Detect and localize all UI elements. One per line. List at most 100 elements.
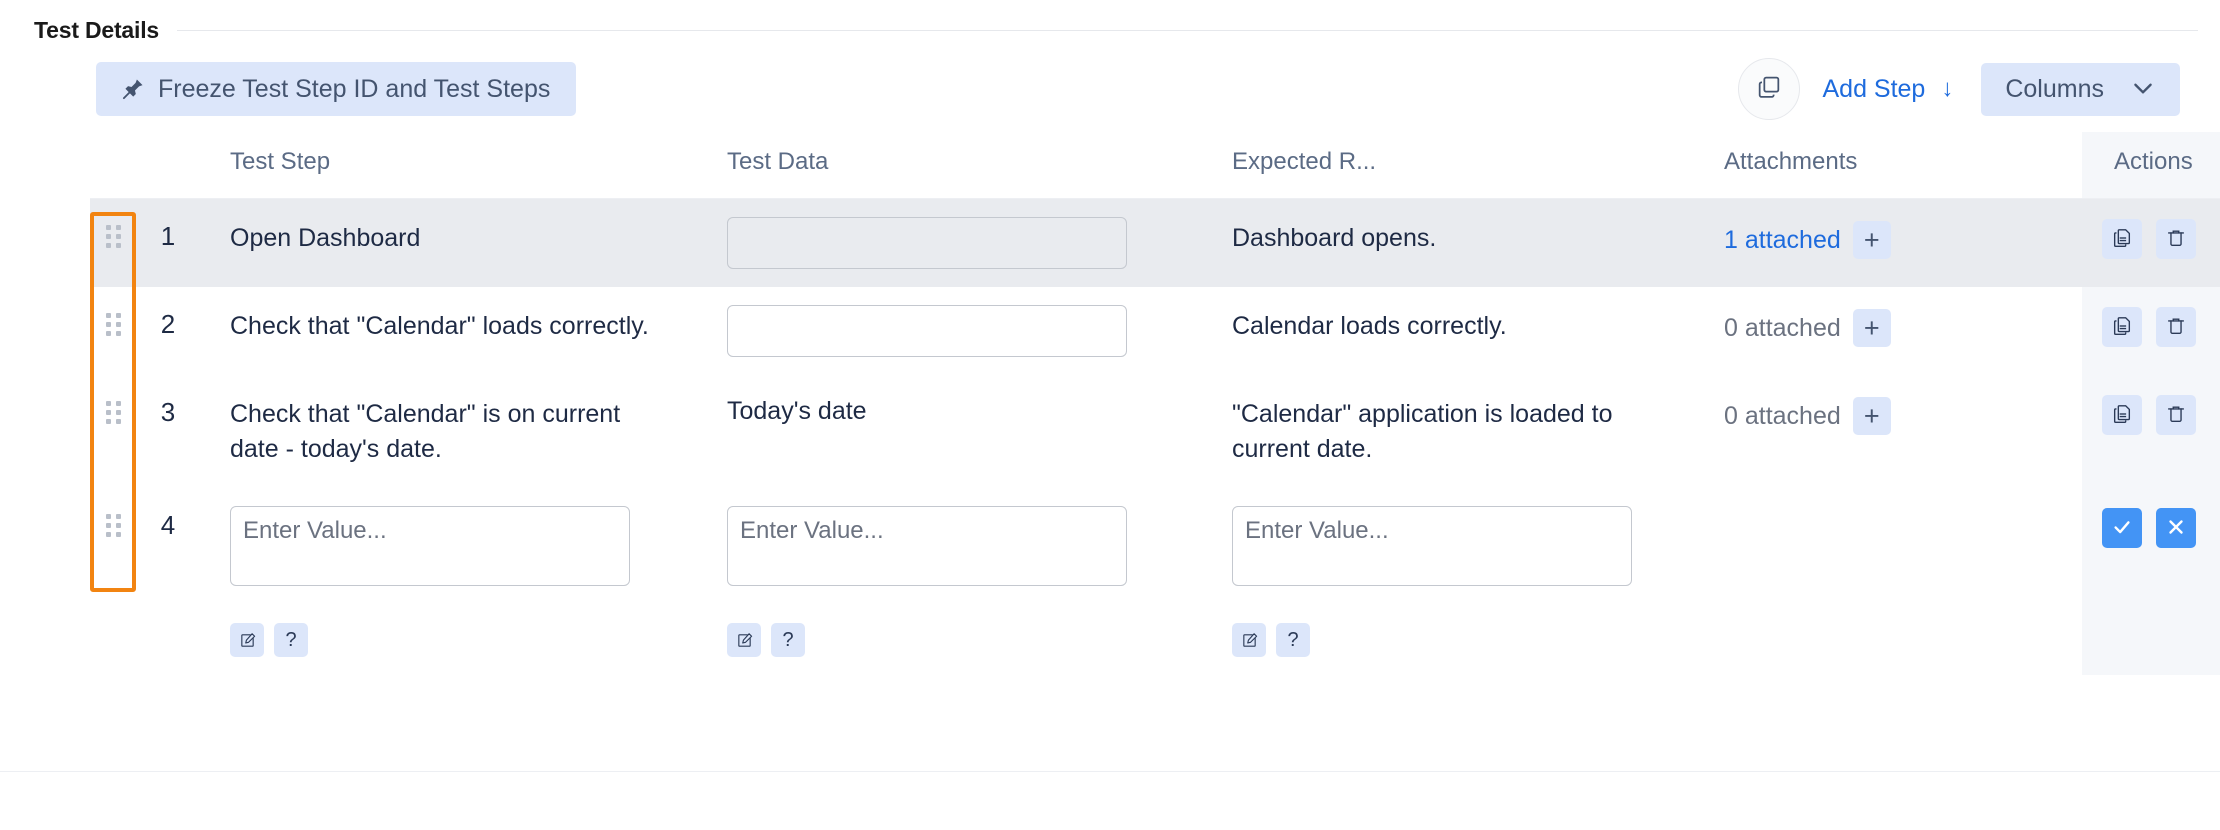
actions-cell — [2082, 287, 2220, 375]
header-divider — [177, 30, 2198, 31]
column-header-handle — [90, 132, 138, 199]
new-test-step-input[interactable] — [230, 506, 630, 586]
test-step-text[interactable]: Check that "Calendar" is on current date… — [198, 375, 695, 488]
freeze-columns-button[interactable]: Freeze Test Step ID and Test Steps — [96, 62, 576, 116]
copy-icon — [2111, 227, 2133, 252]
add-attachment-button[interactable]: + — [1853, 309, 1891, 347]
new-test-data-input[interactable] — [727, 506, 1127, 586]
test-steps-table-wrapper: Test Step Test Data Expected R... Attach… — [0, 132, 2220, 772]
new-test-step-tools: ? — [230, 623, 663, 657]
duplicate-step-button[interactable] — [2102, 395, 2142, 435]
confirm-step-button[interactable] — [2102, 508, 2142, 548]
step-id: 1 — [138, 199, 198, 288]
pin-icon — [120, 76, 146, 102]
add-step-label: Add Step — [1822, 75, 1925, 104]
add-step-button[interactable]: Add Step ↓ — [1822, 75, 1953, 104]
copy-icon — [2111, 403, 2133, 428]
cancel-step-button[interactable] — [2156, 508, 2196, 548]
attachments-cell: 0 attached + — [1692, 375, 2082, 488]
table-header: Test Step Test Data Expected R... Attach… — [90, 132, 2220, 199]
table-row[interactable]: 3 Check that "Calendar" is on current da… — [90, 375, 2220, 488]
actions-cell — [2082, 199, 2220, 288]
drag-handle-icon[interactable] — [106, 401, 123, 425]
table-row-new[interactable]: 4 ? — [90, 488, 2220, 675]
toolbar-actions: Add Step ↓ Columns — [1738, 58, 2180, 120]
actions-cell — [2082, 375, 2220, 488]
attachment-count-label[interactable]: 0 attached — [1724, 314, 1841, 343]
attachments-cell: 1 attached + — [1692, 199, 2082, 288]
new-test-step-cell[interactable]: ? — [198, 488, 695, 675]
test-step-text[interactable]: Check that "Calendar" loads correctly. — [198, 287, 695, 375]
column-header-id — [138, 132, 198, 199]
test-data-text[interactable]: Today's date — [727, 393, 1168, 426]
add-attachment-button[interactable]: + — [1853, 397, 1891, 435]
arrow-down-icon: ↓ — [1941, 75, 1953, 103]
new-expected-result-tools: ? — [1232, 623, 1660, 657]
drag-handle-cell[interactable] — [90, 375, 138, 488]
step-id: 4 — [138, 488, 198, 675]
new-attachments-cell — [1692, 488, 2082, 675]
table-header-row: Test Step Test Data Expected R... Attach… — [90, 132, 2220, 199]
help-icon[interactable]: ? — [274, 623, 308, 657]
trash-icon — [2165, 403, 2187, 428]
trash-icon — [2165, 315, 2187, 340]
test-data-input[interactable] — [727, 305, 1127, 357]
page-title: Test Details — [34, 17, 159, 44]
column-header-attachments[interactable]: Attachments — [1692, 132, 2082, 199]
column-header-actions: Actions — [2082, 132, 2220, 199]
close-icon — [2165, 516, 2187, 541]
test-data-cell[interactable] — [695, 199, 1200, 288]
help-icon[interactable]: ? — [771, 623, 805, 657]
drag-handle-cell[interactable] — [90, 488, 138, 675]
expected-result-text[interactable]: "Calendar" application is loaded to curr… — [1200, 375, 1692, 488]
drag-handle-cell[interactable] — [90, 199, 138, 288]
table-bottom-divider — [0, 771, 2220, 772]
test-data-input[interactable] — [727, 217, 1127, 269]
delete-step-button[interactable] — [2156, 219, 2196, 259]
attachments-cell: 0 attached + — [1692, 287, 2082, 375]
delete-step-button[interactable] — [2156, 395, 2196, 435]
new-row-actions-cell — [2082, 488, 2220, 675]
new-expected-result-input[interactable] — [1232, 506, 1632, 586]
duplicate-step-button[interactable] — [2102, 219, 2142, 259]
trash-icon — [2165, 227, 2187, 252]
test-step-text[interactable]: Open Dashboard — [198, 199, 695, 288]
table-row[interactable]: 2 Check that "Calendar" loads correctly.… — [90, 287, 2220, 375]
table-row[interactable]: 1 Open Dashboard Dashboard opens. 1 atta… — [90, 199, 2220, 288]
column-header-expected-result[interactable]: Expected R... — [1200, 132, 1692, 199]
attachment-count-label[interactable]: 0 attached — [1724, 402, 1841, 431]
copy-icon — [1755, 73, 1783, 106]
bulk-copy-button[interactable] — [1738, 58, 1800, 120]
attachment-count-link[interactable]: 1 attached — [1724, 226, 1841, 255]
edit-icon[interactable] — [1232, 623, 1266, 657]
columns-dropdown-button[interactable]: Columns — [1981, 63, 2180, 116]
test-data-cell[interactable]: Today's date — [695, 375, 1200, 488]
column-header-test-step[interactable]: Test Step — [198, 132, 695, 199]
edit-icon[interactable] — [727, 623, 761, 657]
drag-handle-icon[interactable] — [106, 313, 123, 337]
check-icon — [2111, 516, 2133, 541]
new-test-data-cell[interactable]: ? — [695, 488, 1200, 675]
drag-handle-cell[interactable] — [90, 287, 138, 375]
freeze-columns-label: Freeze Test Step ID and Test Steps — [158, 77, 550, 102]
help-icon[interactable]: ? — [1276, 623, 1310, 657]
test-data-cell[interactable] — [695, 287, 1200, 375]
step-id: 3 — [138, 375, 198, 488]
columns-label: Columns — [2005, 77, 2104, 102]
new-test-data-tools: ? — [727, 623, 1168, 657]
edit-icon[interactable] — [230, 623, 264, 657]
column-header-test-data[interactable]: Test Data — [695, 132, 1200, 199]
chevron-down-icon — [2130, 77, 2156, 102]
toolbar: Freeze Test Step ID and Test Steps Add S… — [0, 46, 2220, 132]
duplicate-step-button[interactable] — [2102, 307, 2142, 347]
drag-handle-icon[interactable] — [106, 225, 123, 249]
new-expected-result-cell[interactable]: ? — [1200, 488, 1692, 675]
section-header: Test Details — [0, 0, 2220, 46]
step-id: 2 — [138, 287, 198, 375]
table-body: 1 Open Dashboard Dashboard opens. 1 atta… — [90, 199, 2220, 676]
drag-handle-icon[interactable] — [106, 514, 123, 538]
expected-result-text[interactable]: Dashboard opens. — [1200, 199, 1692, 288]
expected-result-text[interactable]: Calendar loads correctly. — [1200, 287, 1692, 375]
delete-step-button[interactable] — [2156, 307, 2196, 347]
add-attachment-button[interactable]: + — [1853, 221, 1891, 259]
